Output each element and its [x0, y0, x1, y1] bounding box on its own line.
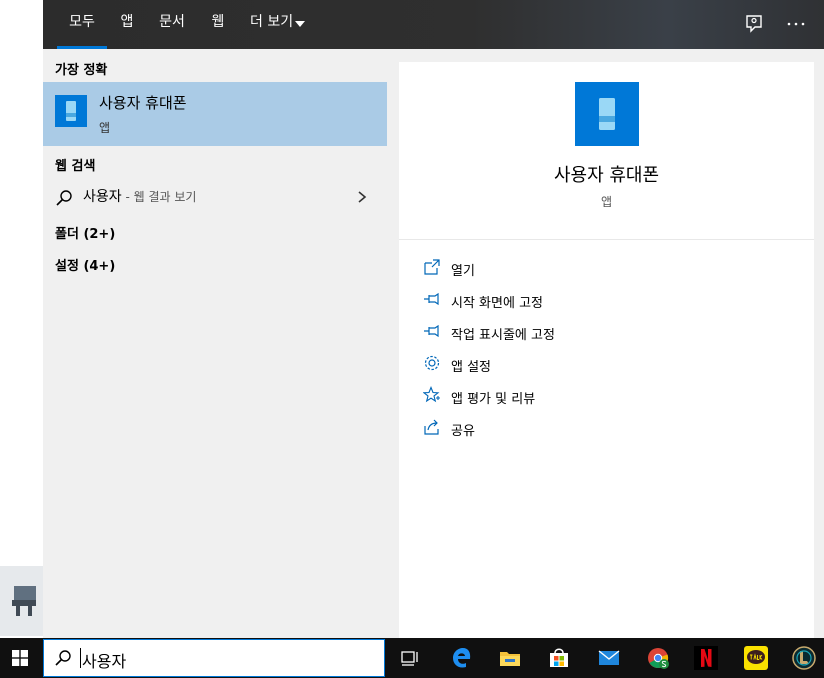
section-folders[interactable]: 폴더 (2+)	[55, 223, 115, 242]
web-result-text: 사용자 - 웹 결과 보기	[83, 186, 196, 206]
action-app-settings-label: 앱 설정	[451, 360, 492, 375]
tab-documents[interactable]: 문서	[158, 0, 186, 49]
desktop-shortcut-icon	[12, 586, 36, 616]
your-phone-large-icon	[575, 82, 639, 146]
kakaotalk-icon[interactable]	[744, 646, 768, 670]
chevron-right-icon	[358, 191, 367, 203]
detail-subtitle: 앱	[600, 195, 613, 209]
search-icon	[55, 650, 71, 666]
tab-all[interactable]: 모두	[57, 0, 107, 49]
gear-icon	[424, 355, 440, 371]
results-list: 가장 정확 사용자 휴대폰 앱 웹 검색 사용자 - 웹 결과 보기 폴더 (2…	[43, 49, 387, 638]
search-filter-bar: 모두 앱 문서 웹 더 보기	[43, 0, 824, 49]
best-match-title: 사용자 휴대폰	[99, 94, 187, 112]
start-search-panel: 모두 앱 문서 웹 더 보기 가장 정확 사용자 휴대폰 앱 웹 검색 사용자 …	[43, 0, 824, 638]
chevron-down-icon	[295, 21, 305, 27]
file-explorer-icon[interactable]	[498, 646, 522, 670]
desktop	[0, 0, 43, 638]
action-share[interactable]: 공유	[423, 418, 783, 440]
web-result-suffix: - 웹 결과 보기	[121, 190, 197, 204]
league-of-legends-icon[interactable]	[792, 646, 816, 670]
action-pin-start-label: 시작 화면에 고정	[451, 296, 543, 311]
action-share-label: 공유	[451, 424, 475, 439]
task-view-icon[interactable]	[398, 646, 422, 670]
pin-icon	[424, 324, 439, 338]
action-pin-taskbar[interactable]: 작업 표시줄에 고정	[423, 322, 783, 344]
tab-more-label: 더 보기	[250, 14, 294, 30]
star-icon	[423, 386, 440, 403]
action-rate-review[interactable]: 앱 평가 및 리뷰	[423, 386, 783, 408]
section-settings[interactable]: 설정 (4+)	[55, 255, 115, 274]
section-web-search: 웹 검색	[55, 159, 96, 174]
section-best-match: 가장 정확	[55, 63, 108, 78]
best-match-item[interactable]: 사용자 휴대폰 앱	[43, 82, 387, 146]
best-match-subtitle: 앱	[99, 121, 111, 135]
detail-title: 사용자 휴대폰	[553, 165, 660, 186]
edge-browser-icon[interactable]	[450, 646, 474, 670]
text-caret	[80, 648, 81, 668]
search-input[interactable]: 사용자	[82, 648, 126, 672]
taskbar-search-box[interactable]: 사용자	[43, 639, 385, 677]
windows-logo-icon	[12, 650, 28, 666]
taskbar: 사용자	[0, 638, 824, 678]
desktop-shortcut[interactable]	[0, 566, 43, 636]
tab-web[interactable]: 웹	[209, 0, 227, 49]
tab-more[interactable]: 더 보기	[250, 0, 298, 49]
action-pin-start[interactable]: 시작 화면에 고정	[423, 290, 783, 312]
action-open-label: 열기	[451, 264, 475, 279]
feedback-icon[interactable]	[742, 12, 766, 36]
web-result-query: 사용자	[83, 189, 122, 205]
your-phone-app-icon	[55, 95, 87, 127]
detail-pane: 사용자 휴대폰 앱 열기 시작 화면에 고정 작업 표시줄에 고정 앱 설정 앱…	[399, 62, 814, 638]
microsoft-store-icon[interactable]	[547, 646, 571, 670]
search-icon	[56, 190, 72, 206]
pin-icon	[424, 292, 439, 306]
tab-apps[interactable]: 앱	[118, 0, 136, 49]
web-search-result[interactable]: 사용자 - 웹 결과 보기	[43, 179, 387, 215]
mail-icon[interactable]	[597, 646, 621, 670]
start-button[interactable]	[0, 638, 43, 678]
detail-header: 사용자 휴대폰 앱	[399, 62, 814, 240]
open-icon	[424, 259, 440, 275]
action-open[interactable]: 열기	[423, 258, 783, 280]
action-rate-review-label: 앱 평가 및 리뷰	[451, 392, 536, 407]
more-options-icon[interactable]	[784, 12, 808, 36]
chrome-icon[interactable]	[646, 646, 670, 670]
action-pin-taskbar-label: 작업 표시줄에 고정	[451, 328, 555, 343]
share-icon	[424, 419, 439, 435]
netflix-icon[interactable]	[694, 646, 718, 670]
action-app-settings[interactable]: 앱 설정	[423, 354, 783, 376]
